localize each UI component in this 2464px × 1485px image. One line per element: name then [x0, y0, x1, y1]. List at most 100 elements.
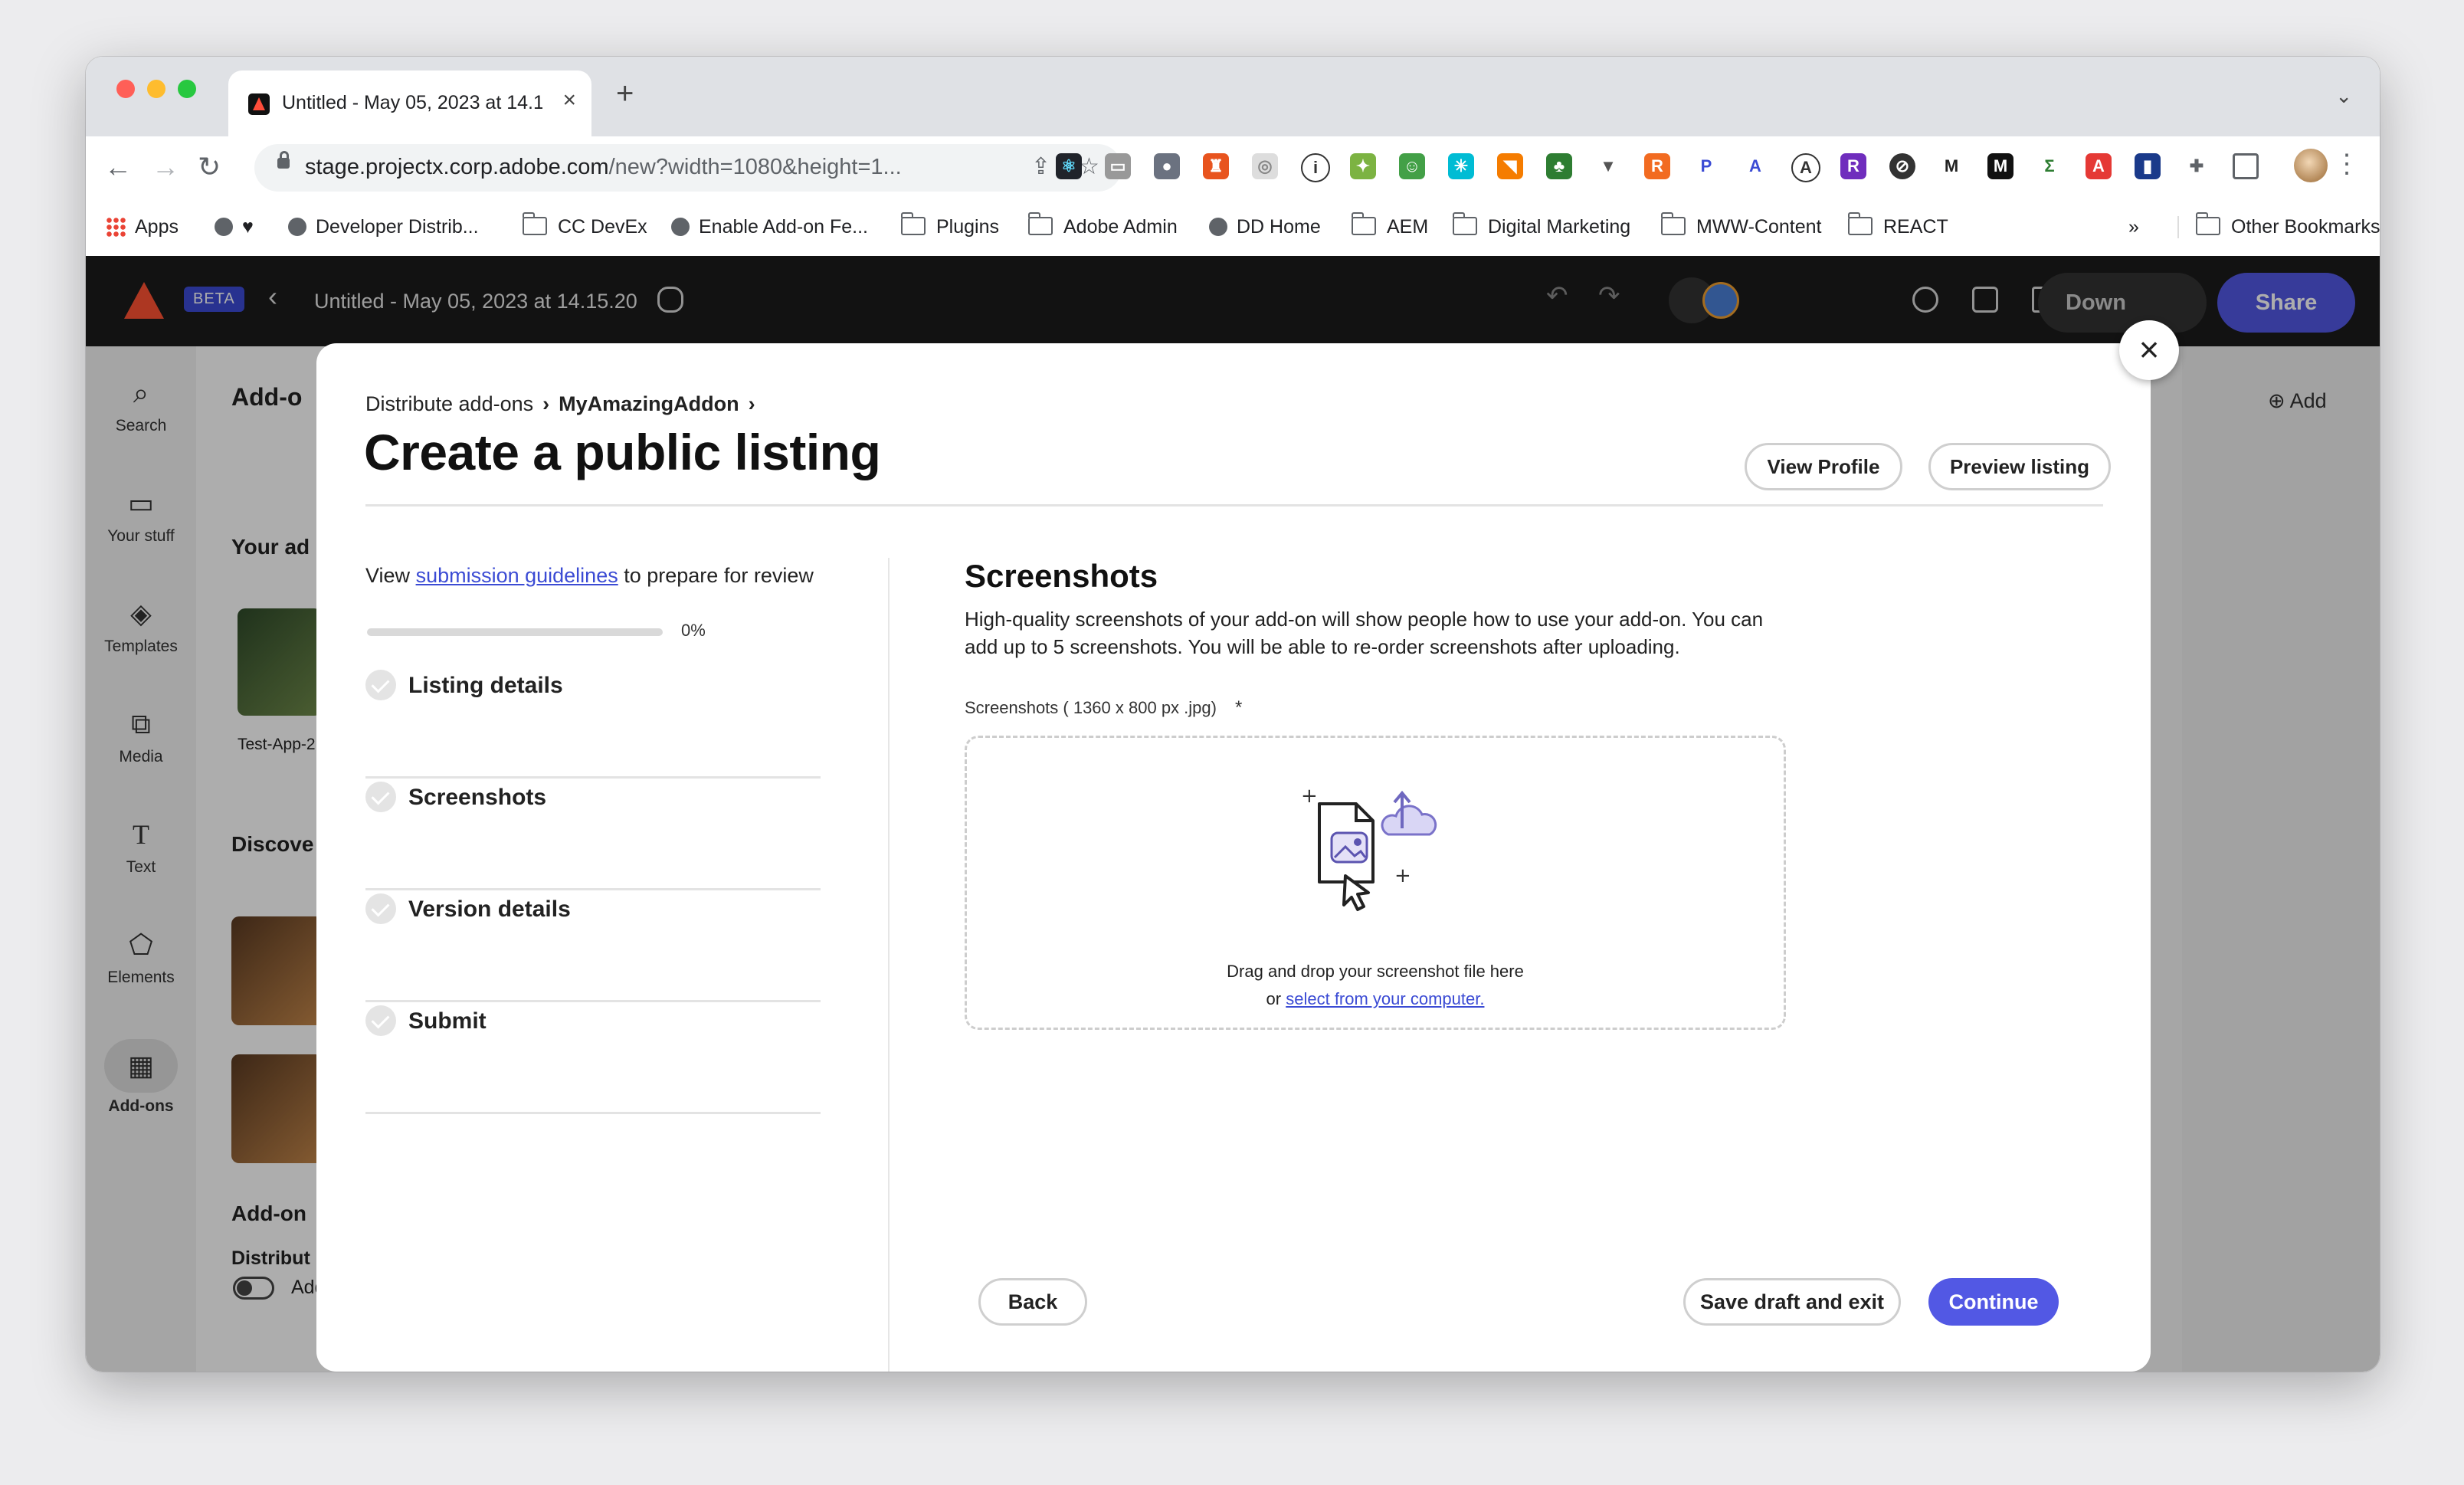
submission-guidelines-text: View submission guidelines to prepare fo… [365, 564, 814, 587]
extensions-puzzle-icon[interactable]: ✚ [2184, 153, 2210, 179]
address-bar[interactable]: stage.projectx.corp.adobe.com/new?width=… [254, 144, 1122, 192]
back-arrow-icon[interactable]: ← [104, 153, 132, 181]
extension-icon[interactable]: ♜ [1203, 153, 1229, 179]
folder-icon [1847, 212, 1873, 235]
side-panel-icon[interactable] [2233, 153, 2259, 179]
android-extension-icon[interactable]: ✦ [1350, 153, 1376, 179]
forward-arrow-icon[interactable]: → [152, 153, 179, 181]
upload-illustration-icon: + + [1301, 785, 1437, 911]
page-title: Create a public listing [364, 424, 881, 480]
chevron-right-icon: › [542, 392, 550, 415]
extension-icon[interactable]: ◎ [1252, 153, 1278, 179]
bookmark-mww-content[interactable]: MWW-Content [1660, 212, 1821, 238]
extension-icon[interactable]: M [1938, 153, 1964, 179]
submission-guidelines-link[interactable]: submission guidelines [416, 564, 618, 587]
breadcrumb-distribute-add-ons[interactable]: Distribute add-ons [365, 392, 533, 415]
bookmark-aem[interactable]: AEM [1351, 212, 1428, 238]
minimize-window-button[interactable] [147, 80, 165, 98]
tab-search-chevron-icon[interactable]: ⌄ [2335, 84, 2352, 108]
checkmark-icon [365, 1005, 396, 1036]
bookmark-dd-home[interactable]: DD Home [1209, 216, 1321, 238]
rss-extension-icon[interactable]: ◥ [1497, 153, 1523, 179]
evernote-extension-icon[interactable]: ♣ [1546, 153, 1572, 179]
bookmark-react[interactable]: REACT [1847, 212, 1948, 238]
more-menu-icon[interactable]: ⋮ [2334, 149, 2360, 179]
extension-icon[interactable]: ⊘ [1889, 153, 1915, 179]
browser-toolbar: ← → ↻ stage.projectx.corp.adobe.com/new?… [86, 136, 2380, 201]
bookmark-favorite[interactable]: ♥ [215, 216, 254, 238]
step-screenshots[interactable]: Screenshots [365, 779, 821, 890]
close-window-button[interactable] [116, 80, 135, 98]
column-divider [888, 558, 890, 1372]
screenshot-dropzone[interactable]: + + Drag and drop your screenshot file h… [965, 736, 1786, 1030]
bookmarks-overflow-button[interactable]: » [2128, 216, 2139, 238]
bookmark-enable-add-on[interactable]: Enable Add-on Fe... [671, 216, 868, 238]
extension-icon[interactable]: i [1301, 153, 1330, 182]
step-listing-details[interactable]: Listing details [365, 667, 821, 779]
globe-icon [288, 218, 306, 236]
tab-close-icon[interactable]: × [562, 87, 576, 113]
extension-icon[interactable]: ▮ [2135, 153, 2161, 179]
sigma-extension-icon[interactable]: Σ [2036, 153, 2063, 179]
browser-tab[interactable]: Untitled - May 05, 2023 at 14.15.20 × [228, 70, 591, 136]
checkmark-icon [365, 782, 396, 812]
checkmark-icon [365, 893, 396, 924]
extension-icon[interactable]: P [1693, 153, 1719, 179]
reload-icon[interactable]: ↻ [198, 153, 221, 181]
save-draft-button[interactable]: Save draft and exit [1683, 1278, 1901, 1326]
tab-title: Untitled - May 05, 2023 at 14.15.20 [282, 92, 542, 113]
extension-icon[interactable]: R [1840, 153, 1866, 179]
extension-icon[interactable]: A [1791, 153, 1820, 182]
bookmark-star-icon[interactable]: ☆ [1079, 153, 1099, 180]
folder-icon [1660, 212, 1686, 235]
screenshots-field-label: Screenshots ( 1360 x 800 px .jpg) * [965, 697, 1243, 718]
checkmark-icon [365, 670, 396, 700]
extension-icon[interactable]: R [1644, 153, 1670, 179]
chevron-right-icon: › [748, 392, 755, 415]
step-submit[interactable]: Submit [365, 1002, 821, 1114]
globe-icon [215, 218, 233, 236]
globe-icon [1209, 218, 1227, 236]
dropzone-alternative: or select from your computer. [1266, 989, 1485, 1008]
progress-percentage: 0% [681, 621, 706, 640]
adobe-extension-icon[interactable]: A [2086, 153, 2112, 179]
breadcrumb-current[interactable]: MyAmazingAddon [559, 392, 739, 415]
breadcrumb: Distribute add-ons › MyAmazingAddon › [365, 392, 765, 416]
extension-icon[interactable]: A [1742, 153, 1768, 179]
react-devtools-extension-icon[interactable]: ⚛ [1056, 153, 1082, 179]
bookmark-adobe-admin[interactable]: Adobe Admin [1027, 212, 1178, 238]
bookmark-digital-marketing[interactable]: Digital Marketing [1452, 212, 1630, 238]
back-button[interactable]: Back [978, 1278, 1087, 1326]
other-bookmarks[interactable]: Other Bookmarks [2177, 212, 2380, 238]
select-from-computer-link[interactable]: select from your computer. [1286, 989, 1484, 1008]
header-divider [365, 504, 2103, 506]
browser-window: Untitled - May 05, 2023 at 14.15.20 × + … [86, 57, 2380, 1372]
folder-icon [900, 212, 926, 235]
progress-bar [367, 628, 663, 636]
extension-icon[interactable]: ● [1154, 153, 1180, 179]
modal-close-button[interactable]: × [2119, 320, 2179, 380]
adobe-express-favicon-icon [248, 93, 270, 115]
tab-bar: Untitled - May 05, 2023 at 14.15.20 × + … [86, 57, 2380, 136]
new-tab-button[interactable]: + [616, 78, 634, 109]
view-profile-button[interactable]: View Profile [1745, 443, 1902, 490]
extension-icon[interactable]: ☺ [1399, 153, 1425, 179]
section-title: Screenshots [965, 558, 1158, 594]
bookmark-developer-distrib[interactable]: Developer Distrib... [288, 216, 479, 238]
svg-text:+: + [1394, 864, 1411, 887]
globe-icon [671, 218, 690, 236]
vue-extension-icon[interactable]: ▼ [1595, 153, 1621, 179]
continue-button[interactable]: Continue [1928, 1278, 2059, 1326]
bookmark-plugins[interactable]: Plugins [900, 212, 999, 238]
extension-icon[interactable]: ✳ [1448, 153, 1474, 179]
step-version-details[interactable]: Version details [365, 890, 821, 1002]
extension-icon[interactable]: M [1987, 153, 2013, 179]
profile-avatar[interactable] [2294, 149, 2328, 182]
bookmark-apps[interactable]: Apps [106, 216, 179, 238]
preview-listing-button[interactable]: Preview listing [1928, 443, 2111, 490]
section-description: High-quality screenshots of your add-on … [965, 608, 1764, 658]
bookmark-cc-devex[interactable]: CC DevEx [522, 212, 647, 238]
share-page-icon[interactable]: ⇪ [1031, 153, 1050, 180]
zoom-window-button[interactable] [178, 80, 196, 98]
extension-icon[interactable]: ▭ [1105, 153, 1131, 179]
